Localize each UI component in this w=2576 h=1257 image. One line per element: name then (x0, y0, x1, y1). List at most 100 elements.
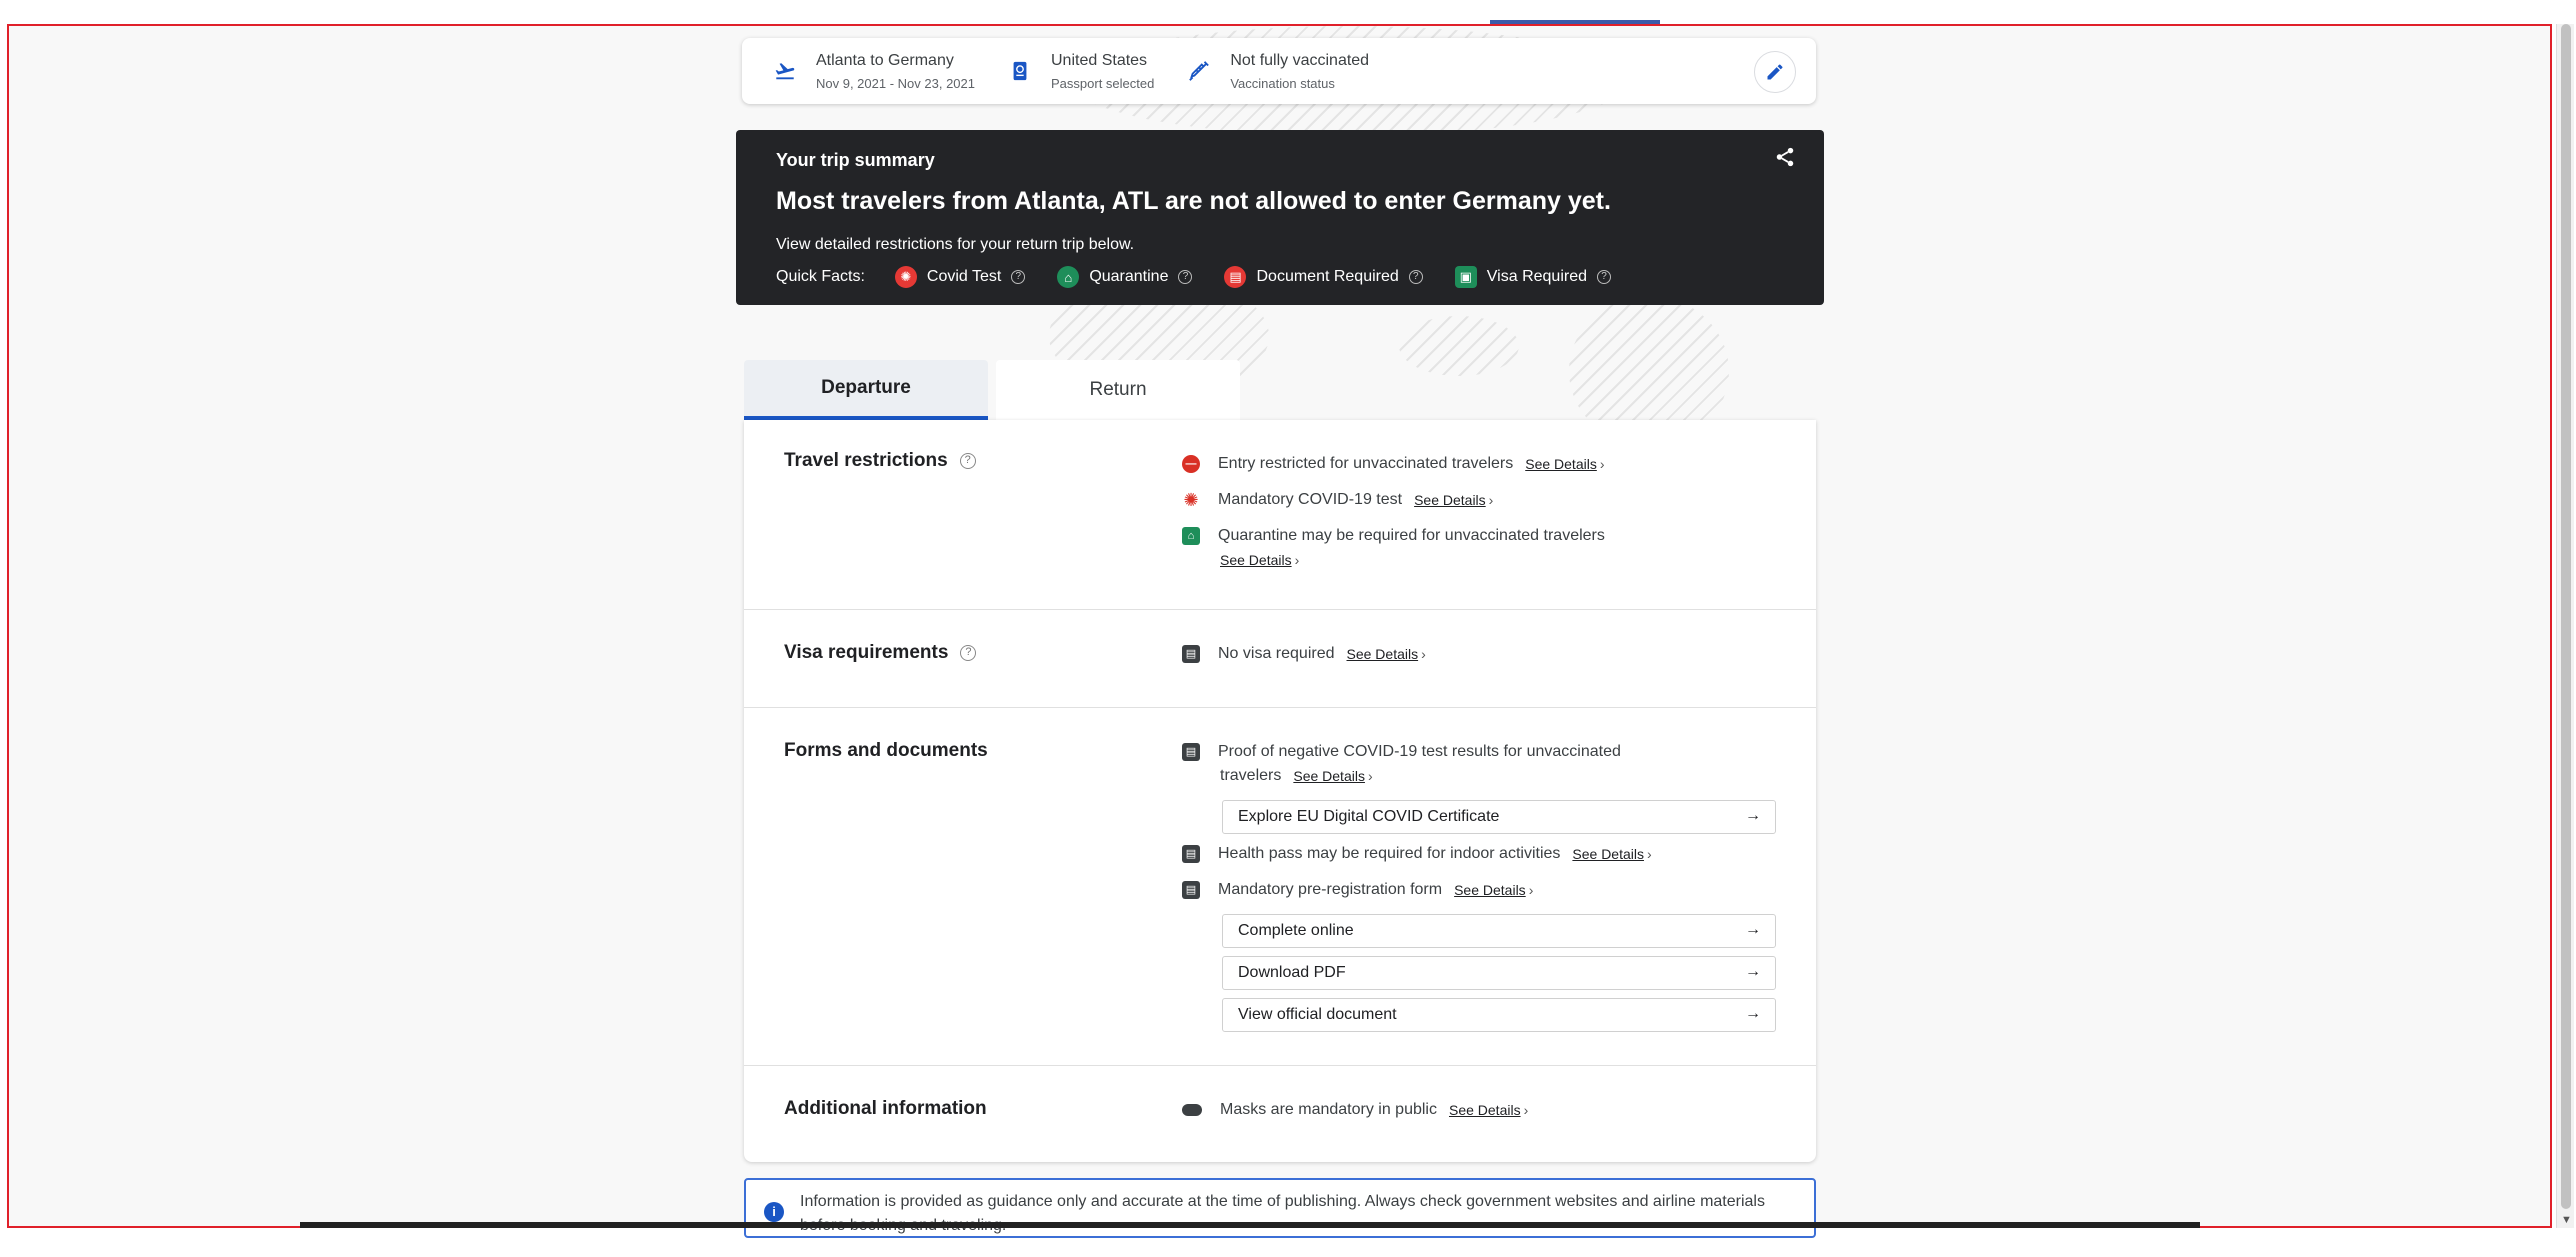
see-details-link[interactable]: See Details (1525, 452, 1604, 476)
browser-top-strip (0, 0, 2576, 24)
restriction-item: ✺ Mandatory COVID-19 test See Details (1182, 488, 1493, 512)
explore-certificate-button[interactable]: Explore EU Digital COVID Certificate → (1222, 800, 1776, 834)
fact-label: Document Required (1256, 268, 1399, 285)
quick-facts-label: Quick Facts: (776, 268, 865, 285)
arrow-right-icon: → (1745, 921, 1761, 938)
dates-text: Nov 9, 2021 - Nov 23, 2021 (816, 75, 975, 91)
help-icon[interactable]: ? (1178, 270, 1193, 284)
form-item-cont: travelers See Details (1220, 764, 1373, 788)
additional-title: Additional information (784, 1098, 987, 1119)
route-item[interactable]: Atlanta to Germany Nov 9, 2021 - Nov 23,… (774, 52, 975, 91)
help-icon[interactable]: ? (960, 645, 977, 661)
complete-online-button[interactable]: Complete online → (1222, 914, 1776, 948)
house-icon: ⌂ (1057, 266, 1080, 288)
help-icon[interactable]: ? (1597, 270, 1611, 284)
edit-button[interactable] (1754, 51, 1796, 93)
button-label: View official document (1238, 1006, 1397, 1023)
route-text: Atlanta to Germany (816, 51, 954, 69)
button-label: Download PDF (1238, 964, 1346, 981)
section-title: Visa requirements ? (784, 642, 977, 664)
help-icon[interactable]: ? (1011, 270, 1026, 284)
syringe-icon (1188, 60, 1210, 82)
passport-item[interactable]: United States Passport selected (1009, 52, 1154, 91)
see-details-link[interactable]: See Details (1220, 548, 1299, 572)
tab-departure[interactable]: Departure (744, 360, 988, 420)
form-item: ▤ Proof of negative COVID-19 test result… (1182, 740, 1621, 764)
arrow-right-icon: → (1745, 963, 1761, 980)
info-note: i Information is provided as guidance on… (744, 1178, 1816, 1238)
button-label: Complete online (1238, 922, 1354, 939)
visa-item: ▤ No visa required See Details (1182, 642, 1426, 666)
share-icon (1776, 147, 1794, 167)
tab-return[interactable]: Return (996, 360, 1240, 420)
help-icon[interactable]: ? (1408, 270, 1423, 284)
vaccination-item[interactable]: Not fully vaccinated Vaccination status (1188, 52, 1369, 91)
mask-icon (1182, 1104, 1202, 1116)
help-icon[interactable]: ? (959, 453, 976, 469)
form-item: ▤ Health pass may be required for indoor… (1182, 842, 1652, 866)
see-details-link[interactable]: See Details (1414, 488, 1493, 512)
fact-label: Covid Test (926, 268, 1002, 285)
share-button[interactable] (1774, 146, 1800, 172)
document-icon: ▤ (1182, 743, 1200, 761)
fact-document-required[interactable]: ▤ Document Required ? (1224, 266, 1423, 288)
summary-subtext: View detailed restrictions for your retu… (776, 236, 1135, 253)
item-text: Masks are mandatory in public (1220, 1101, 1437, 1118)
scroll-down-arrow-icon[interactable]: ▼ (2561, 1214, 2572, 1226)
country-text: United States (1051, 51, 1148, 69)
item-text: Quarantine may be required for unvaccina… (1218, 527, 1605, 544)
travel-restrictions-title: Travel restrictions (784, 450, 948, 471)
summary-label: Your trip summary (776, 150, 935, 170)
item-text: Entry restricted for unvaccinated travel… (1218, 455, 1514, 472)
background-pattern (1399, 316, 1519, 376)
arrow-right-icon: → (1745, 1005, 1761, 1022)
vertical-scrollbar[interactable]: ▼ (2556, 24, 2574, 1228)
fact-quarantine[interactable]: ⌂ Quarantine ? (1057, 266, 1193, 288)
additional-section: Additional information Masks are mandato… (744, 1066, 1816, 1162)
fact-covid-test[interactable]: ✺ Covid Test ? (894, 266, 1026, 288)
item-text: Proof of negative COVID-19 test results … (1218, 743, 1621, 760)
plane-departure-icon (774, 60, 796, 82)
section-title: Forms and documents (784, 740, 988, 762)
no-entry-icon: — (1182, 455, 1200, 473)
passport-text: Passport selected (1051, 75, 1155, 91)
fact-visa-required[interactable]: ▣ Visa Required ? (1454, 266, 1611, 288)
item-text: Health pass may be required for indoor a… (1218, 845, 1561, 862)
view-official-document-button[interactable]: View official document → (1222, 998, 1776, 1032)
see-details-link[interactable]: See Details (1454, 878, 1533, 902)
arrow-right-icon: → (1745, 807, 1761, 824)
document-icon: ▤ (1182, 881, 1200, 899)
fact-label: Quarantine (1089, 268, 1169, 285)
forms-section: Forms and documents ▤ Proof of negative … (744, 708, 1816, 1066)
item-text: No visa required (1218, 645, 1335, 662)
restriction-item: ⌂ Quarantine may be required for unvacci… (1182, 524, 1605, 548)
download-pdf-button[interactable]: Download PDF → (1222, 956, 1776, 990)
travel-restrictions-section: Travel restrictions ? — Entry restricted… (744, 420, 1816, 610)
see-details-link[interactable]: See Details (1293, 764, 1372, 788)
restrictions-card: Travel restrictions ? — Entry restricted… (744, 420, 1816, 1162)
see-details-link[interactable]: See Details (1449, 1098, 1528, 1122)
virus-icon: ✺ (1183, 490, 1199, 510)
document-icon: ▤ (1182, 845, 1200, 863)
restriction-item-link: See Details (1220, 548, 1299, 572)
horizontal-scrollbar[interactable] (300, 1222, 2200, 1228)
trip-summary: Your trip summary Most travelers from At… (736, 130, 1824, 305)
see-details-link[interactable]: See Details (1572, 842, 1651, 866)
vaccination-label: Vaccination status (1230, 75, 1335, 91)
section-title: Travel restrictions ? (784, 450, 976, 472)
see-details-link[interactable]: See Details (1347, 642, 1426, 666)
info-icon: i (764, 1202, 784, 1222)
fact-label: Visa Required (1486, 268, 1587, 285)
document-icon: ▤ (1182, 645, 1200, 663)
passport-icon: ▣ (1454, 266, 1477, 288)
trip-bar: Atlanta to Germany Nov 9, 2021 - Nov 23,… (742, 38, 1816, 104)
restriction-item: — Entry restricted for unvaccinated trav… (1182, 452, 1605, 476)
summary-headline: Most travelers from Atlanta, ATL are not… (776, 187, 1611, 215)
item-text: Mandatory pre-registration form (1218, 881, 1443, 898)
pencil-icon (1767, 64, 1783, 80)
passport-icon (1009, 60, 1031, 82)
document-icon: ▤ (1224, 266, 1247, 288)
scrollbar-thumb[interactable] (2561, 24, 2571, 1209)
button-label: Explore EU Digital COVID Certificate (1238, 808, 1500, 825)
house-icon: ⌂ (1182, 527, 1200, 545)
